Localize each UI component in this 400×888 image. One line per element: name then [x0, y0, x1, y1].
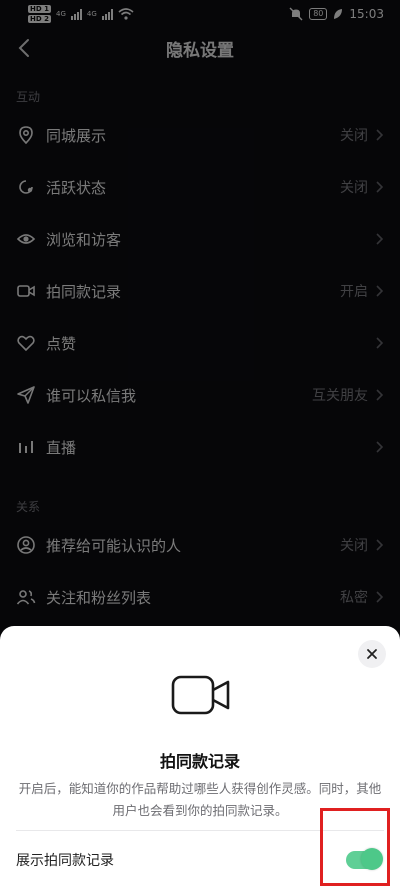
- sheet-title: 拍同款记录: [159, 752, 240, 771]
- video-camera-icon: [171, 675, 230, 715]
- close-button[interactable]: [358, 640, 386, 668]
- toggle-label: 展示拍同款记录: [16, 853, 114, 869]
- highlight-box: [320, 808, 390, 886]
- close-icon: [367, 649, 377, 659]
